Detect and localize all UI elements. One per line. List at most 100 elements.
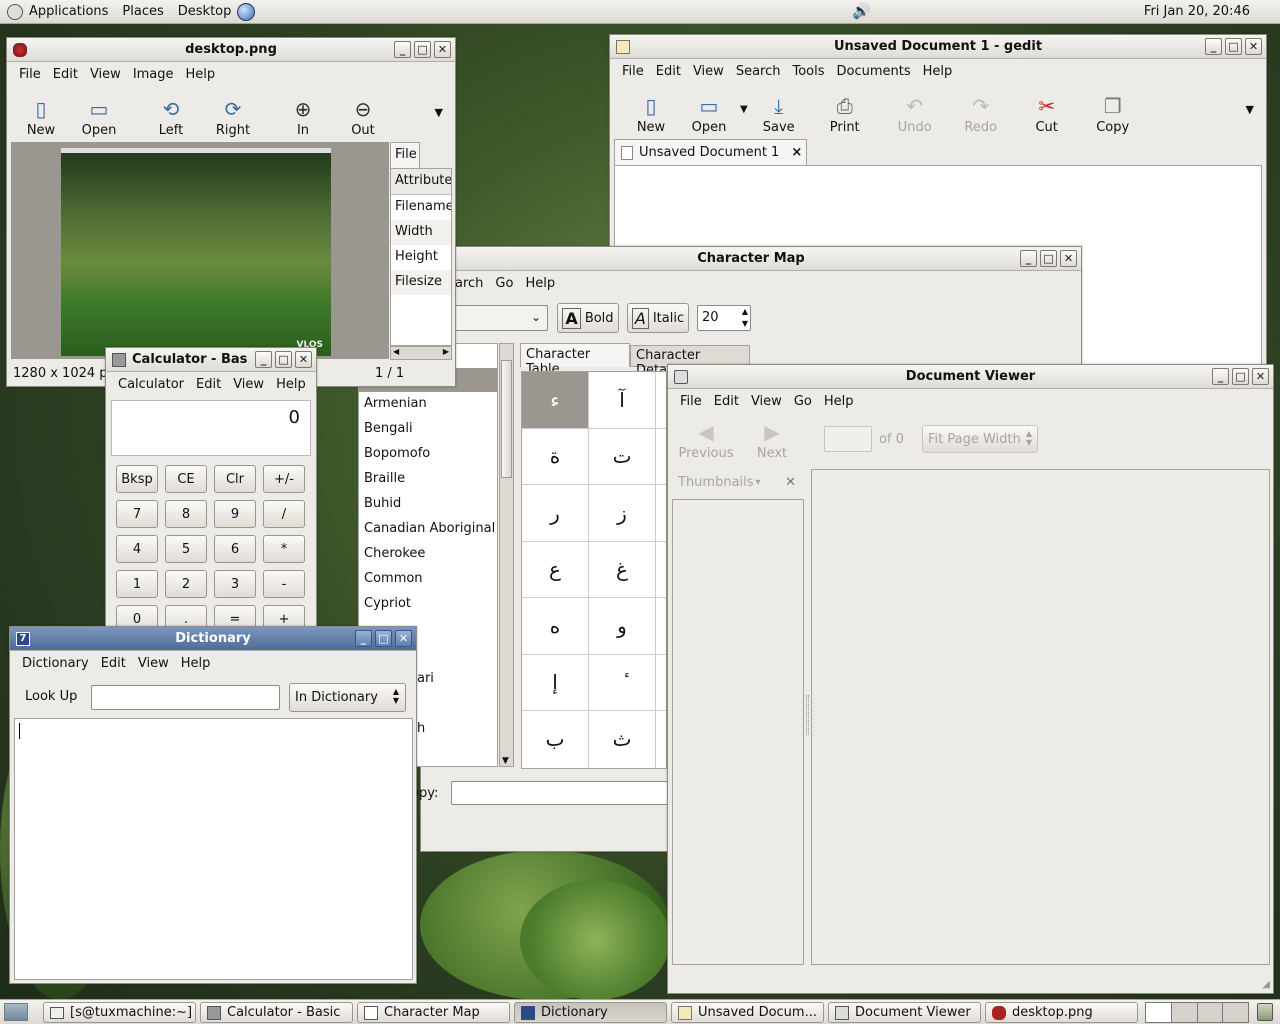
char-cell[interactable]: ر: [522, 485, 589, 542]
key[interactable]: 7: [116, 500, 158, 528]
key[interactable]: 4: [116, 535, 158, 563]
char-cell[interactable]: ة: [522, 428, 589, 485]
cut-button[interactable]: ✂ Cut: [1016, 87, 1078, 135]
document-viewer-titlebar[interactable]: Document Viewer _ □ ✕: [668, 365, 1273, 389]
taskbar-item[interactable]: Document Viewer: [828, 1002, 981, 1023]
clock[interactable]: Fri Jan 20, 20:46: [1144, 4, 1250, 19]
toolbar-overflow-icon[interactable]: ▼: [435, 106, 443, 119]
list-item[interactable]: Buhid: [364, 496, 401, 511]
list-item[interactable]: Braille: [364, 471, 405, 486]
applications-menu[interactable]: Applications: [0, 3, 115, 20]
taskbar-item[interactable]: [s@tuxmachine:~]: [43, 1002, 196, 1023]
key[interactable]: 3: [214, 570, 256, 598]
definition-area[interactable]: [14, 718, 413, 980]
list-item[interactable]: ari: [417, 671, 434, 686]
charmap-titlebar[interactable]: Character Map _ □ ✕: [421, 247, 1081, 271]
rotate-left-button[interactable]: ⟲ Left: [139, 90, 203, 138]
list-item[interactable]: Armenian: [364, 396, 427, 411]
list-item[interactable]: Cypriot: [364, 596, 411, 611]
char-cell[interactable]: ت: [589, 428, 656, 485]
toolbar-overflow-icon[interactable]: ▼: [1246, 103, 1254, 116]
maximize-button[interactable]: □: [1225, 38, 1242, 55]
tab-character-table[interactable]: Character Table: [520, 343, 630, 377]
menu-help[interactable]: Help: [917, 64, 959, 79]
font-selector[interactable]: ⌄: [451, 305, 548, 331]
menu-edit[interactable]: Edit: [650, 64, 687, 79]
menu-view[interactable]: View: [227, 377, 270, 392]
close-button[interactable]: ✕: [1060, 250, 1077, 267]
copy-button[interactable]: ❐ Copy: [1082, 87, 1144, 135]
char-cell[interactable]: ء: [522, 372, 589, 429]
taskbar-item[interactable]: Calculator - Basic: [200, 1002, 353, 1023]
taskbar-item[interactable]: Character Map: [357, 1002, 510, 1023]
workspace-4[interactable]: [1223, 1003, 1248, 1022]
menu-documents[interactable]: Documents: [831, 64, 917, 79]
font-size-spinner[interactable]: 20 ▲ ▼: [697, 305, 751, 331]
script-list-scrollbar[interactable]: ▼: [499, 343, 514, 767]
key[interactable]: -: [263, 570, 305, 598]
text-to-copy-field[interactable]: [451, 781, 671, 805]
properties-hscrollbar[interactable]: ◀ ▶: [390, 346, 452, 360]
char-cell[interactable]: ب: [522, 711, 589, 768]
char-cell[interactable]: و: [589, 598, 656, 655]
menu-file[interactable]: File: [674, 394, 708, 409]
menu-calculator[interactable]: Calculator: [112, 377, 190, 392]
maximize-button[interactable]: □: [1232, 368, 1249, 385]
dictionary-source-select[interactable]: In Dictionary ▲ ▼: [289, 683, 406, 712]
taskbar-item[interactable]: desktop.png: [985, 1002, 1138, 1023]
menu-go[interactable]: Go: [788, 394, 818, 409]
zoom-out-button[interactable]: ⊖ Out: [333, 90, 393, 138]
thumbnails-select[interactable]: Thumbnails: [678, 475, 754, 490]
dictionary-titlebar[interactable]: 7 Dictionary _ □ ✕: [10, 627, 416, 651]
minimize-button[interactable]: _: [1212, 368, 1229, 385]
workspace-2[interactable]: [1171, 1003, 1198, 1022]
save-button[interactable]: ⤓ Save: [752, 87, 806, 135]
char-cell[interactable]: آ: [589, 372, 656, 429]
close-button[interactable]: ✕: [1245, 38, 1262, 55]
menu-help[interactable]: Help: [180, 67, 222, 82]
show-desktop-button[interactable]: [4, 1003, 28, 1021]
menu-file[interactable]: File: [616, 64, 650, 79]
sidebar-close-icon[interactable]: ✕: [785, 475, 796, 490]
print-button[interactable]: ⎙ Print: [810, 87, 880, 135]
scroll-down-arrow-icon[interactable]: ▼: [502, 756, 509, 766]
trash-icon[interactable]: [1257, 1003, 1273, 1021]
key[interactable]: Clr: [214, 465, 256, 493]
menu-go[interactable]: Go: [489, 276, 519, 291]
gedit-titlebar[interactable]: Unsaved Document 1 - gedit _ □ ✕: [610, 35, 1266, 59]
list-item[interactable]: Bengali: [364, 421, 413, 436]
open-recent-arrow-icon[interactable]: ▼: [740, 104, 748, 115]
taskbar-item-active[interactable]: Dictionary: [514, 1002, 667, 1023]
new-button[interactable]: ▯ New: [624, 87, 678, 135]
menu-view[interactable]: View: [687, 64, 730, 79]
zoom-in-button[interactable]: ⊕ In: [273, 90, 333, 138]
resize-grip-icon[interactable]: ◢: [1262, 979, 1270, 990]
undo-button[interactable]: ↶ Undo: [884, 87, 946, 135]
volume-icon[interactable]: 🔊: [852, 2, 871, 20]
list-item[interactable]: Common: [364, 571, 423, 586]
list-item[interactable]: Cherokee: [364, 546, 425, 561]
char-cell[interactable]: ه: [522, 598, 589, 655]
key[interactable]: 2: [165, 570, 207, 598]
key[interactable]: +/-: [263, 465, 305, 493]
menu-view[interactable]: View: [745, 394, 788, 409]
minimize-button[interactable]: _: [394, 41, 411, 58]
char-cell[interactable]: غ: [589, 541, 656, 598]
key[interactable]: /: [263, 500, 305, 528]
italic-toggle[interactable]: A Italic: [627, 303, 689, 333]
minimize-button[interactable]: _: [1020, 250, 1037, 267]
page-number-field[interactable]: [824, 426, 872, 452]
list-item[interactable]: Canadian Aboriginal: [364, 521, 495, 536]
menu-image[interactable]: Image: [127, 67, 180, 82]
char-cell[interactable]: ز: [589, 485, 656, 542]
image-canvas[interactable]: VLOS: [11, 142, 389, 359]
calculator-display[interactable]: 0: [111, 400, 311, 456]
maximize-button[interactable]: □: [275, 351, 292, 368]
close-button[interactable]: ✕: [295, 351, 312, 368]
minimize-button[interactable]: _: [255, 351, 272, 368]
scroll-thumb[interactable]: [501, 360, 512, 478]
menu-edit[interactable]: Edit: [95, 656, 132, 671]
zoom-select[interactable]: Fit Page Width ▲ ▼: [922, 425, 1038, 453]
menu-view[interactable]: View: [84, 67, 127, 82]
key[interactable]: 1: [116, 570, 158, 598]
